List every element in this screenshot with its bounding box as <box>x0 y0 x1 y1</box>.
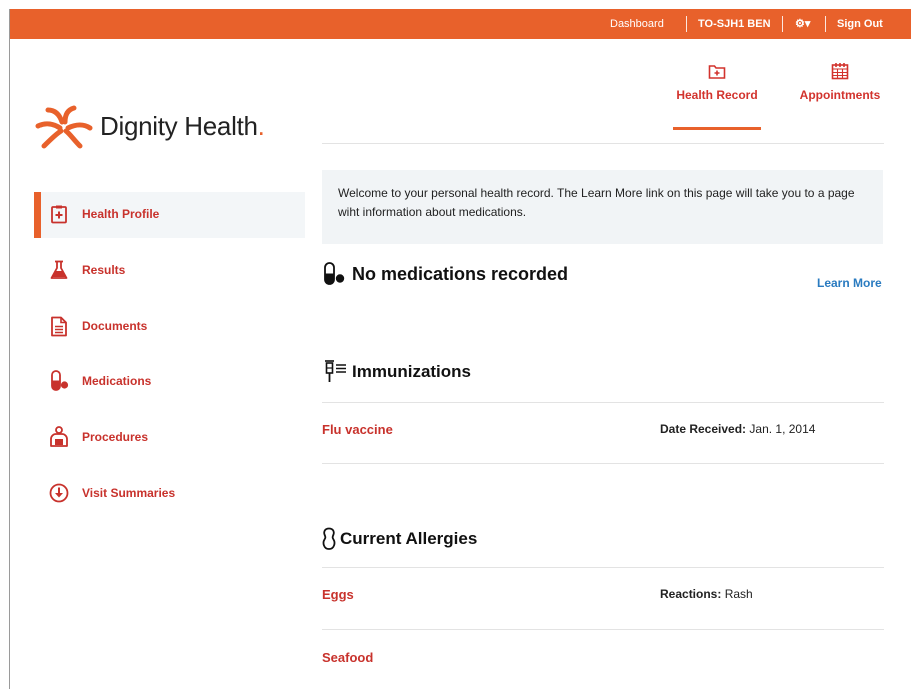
sidebar-item-label: Procedures <box>82 430 149 444</box>
calendar-icon <box>831 63 849 80</box>
divider <box>825 16 826 32</box>
allergy-name[interactable]: Seafood <box>322 650 373 665</box>
divider <box>322 567 884 568</box>
welcome-message: Welcome to your personal health record. … <box>322 170 883 244</box>
window-frame-left <box>9 9 10 689</box>
dashboard-link[interactable]: Dashboard <box>610 9 664 39</box>
dignity-health-logo[interactable]: Dignity Health. <box>34 104 304 150</box>
window-frame-top <box>0 0 911 9</box>
divider <box>322 402 884 403</box>
immunizations-title: Immunizations <box>352 362 472 381</box>
divider <box>686 16 687 32</box>
divider <box>322 143 884 144</box>
medications-heading: No medications recorded <box>322 262 568 286</box>
tab-health-record-label: Health Record <box>676 88 758 102</box>
pill-icon <box>324 262 345 285</box>
allergy-name[interactable]: Eggs <box>322 587 354 602</box>
peanut-icon <box>322 527 336 550</box>
health-profile-icon <box>48 203 70 225</box>
sidebar-item-label: Health Profile <box>82 207 160 221</box>
sidebar-item-label: Medications <box>82 374 152 388</box>
sidebar-item-label: Visit Summaries <box>82 486 176 500</box>
medications-title: No medications recorded <box>352 263 569 284</box>
active-tab-indicator <box>673 127 761 130</box>
brand-name: Dignity Health. <box>100 111 265 141</box>
immunization-date: Date Received: Jan. 1, 2014 <box>660 422 816 436</box>
sidebar-item-health-profile[interactable]: Health Profile <box>48 203 159 225</box>
divider <box>322 463 884 464</box>
dignity-health-logo-icon <box>35 105 93 149</box>
allergies-heading: Current Allergies <box>322 527 477 551</box>
procedures-icon <box>48 426 70 448</box>
sidebar-item-label: Documents <box>82 319 148 333</box>
immunization-name[interactable]: Flu vaccine <box>322 422 393 437</box>
top-bar: Dashboard TO-SJH1 BEN ⚙▾ Sign Out <box>10 9 911 39</box>
settings-gear-icon[interactable]: ⚙▾ <box>795 9 810 39</box>
account-menu[interactable]: TO-SJH1 BEN <box>698 9 771 39</box>
learn-more-link[interactable]: Learn More <box>817 276 882 290</box>
sidebar-item-label: Results <box>82 263 126 277</box>
pill-icon <box>48 370 70 392</box>
download-circle-icon <box>48 482 70 504</box>
tab-health-record[interactable]: Health Record <box>672 62 762 102</box>
divider <box>322 629 884 630</box>
allergy-reaction: Reactions: Rash <box>660 587 753 601</box>
allergies-title: Current Allergies <box>340 529 478 548</box>
divider <box>782 16 783 32</box>
sidebar-item-medications[interactable]: Medications <box>48 370 151 392</box>
sidebar-item-documents[interactable]: Documents <box>48 315 147 337</box>
sidebar-item-visit-summaries[interactable]: Visit Summaries <box>48 482 175 504</box>
folder-plus-icon <box>708 65 726 79</box>
syringe-icon <box>325 360 346 382</box>
tab-appointments-label: Appointments <box>799 88 881 102</box>
sidebar-active-indicator <box>34 192 41 238</box>
document-icon <box>48 315 70 337</box>
immunizations-heading: Immunizations <box>322 360 471 384</box>
tab-appointments[interactable]: Appointments <box>790 62 890 102</box>
sign-out-link[interactable]: Sign Out <box>837 9 883 39</box>
sidebar-item-results[interactable]: Results <box>48 259 125 281</box>
flask-icon <box>48 259 70 281</box>
sidebar-item-procedures[interactable]: Procedures <box>48 426 148 448</box>
